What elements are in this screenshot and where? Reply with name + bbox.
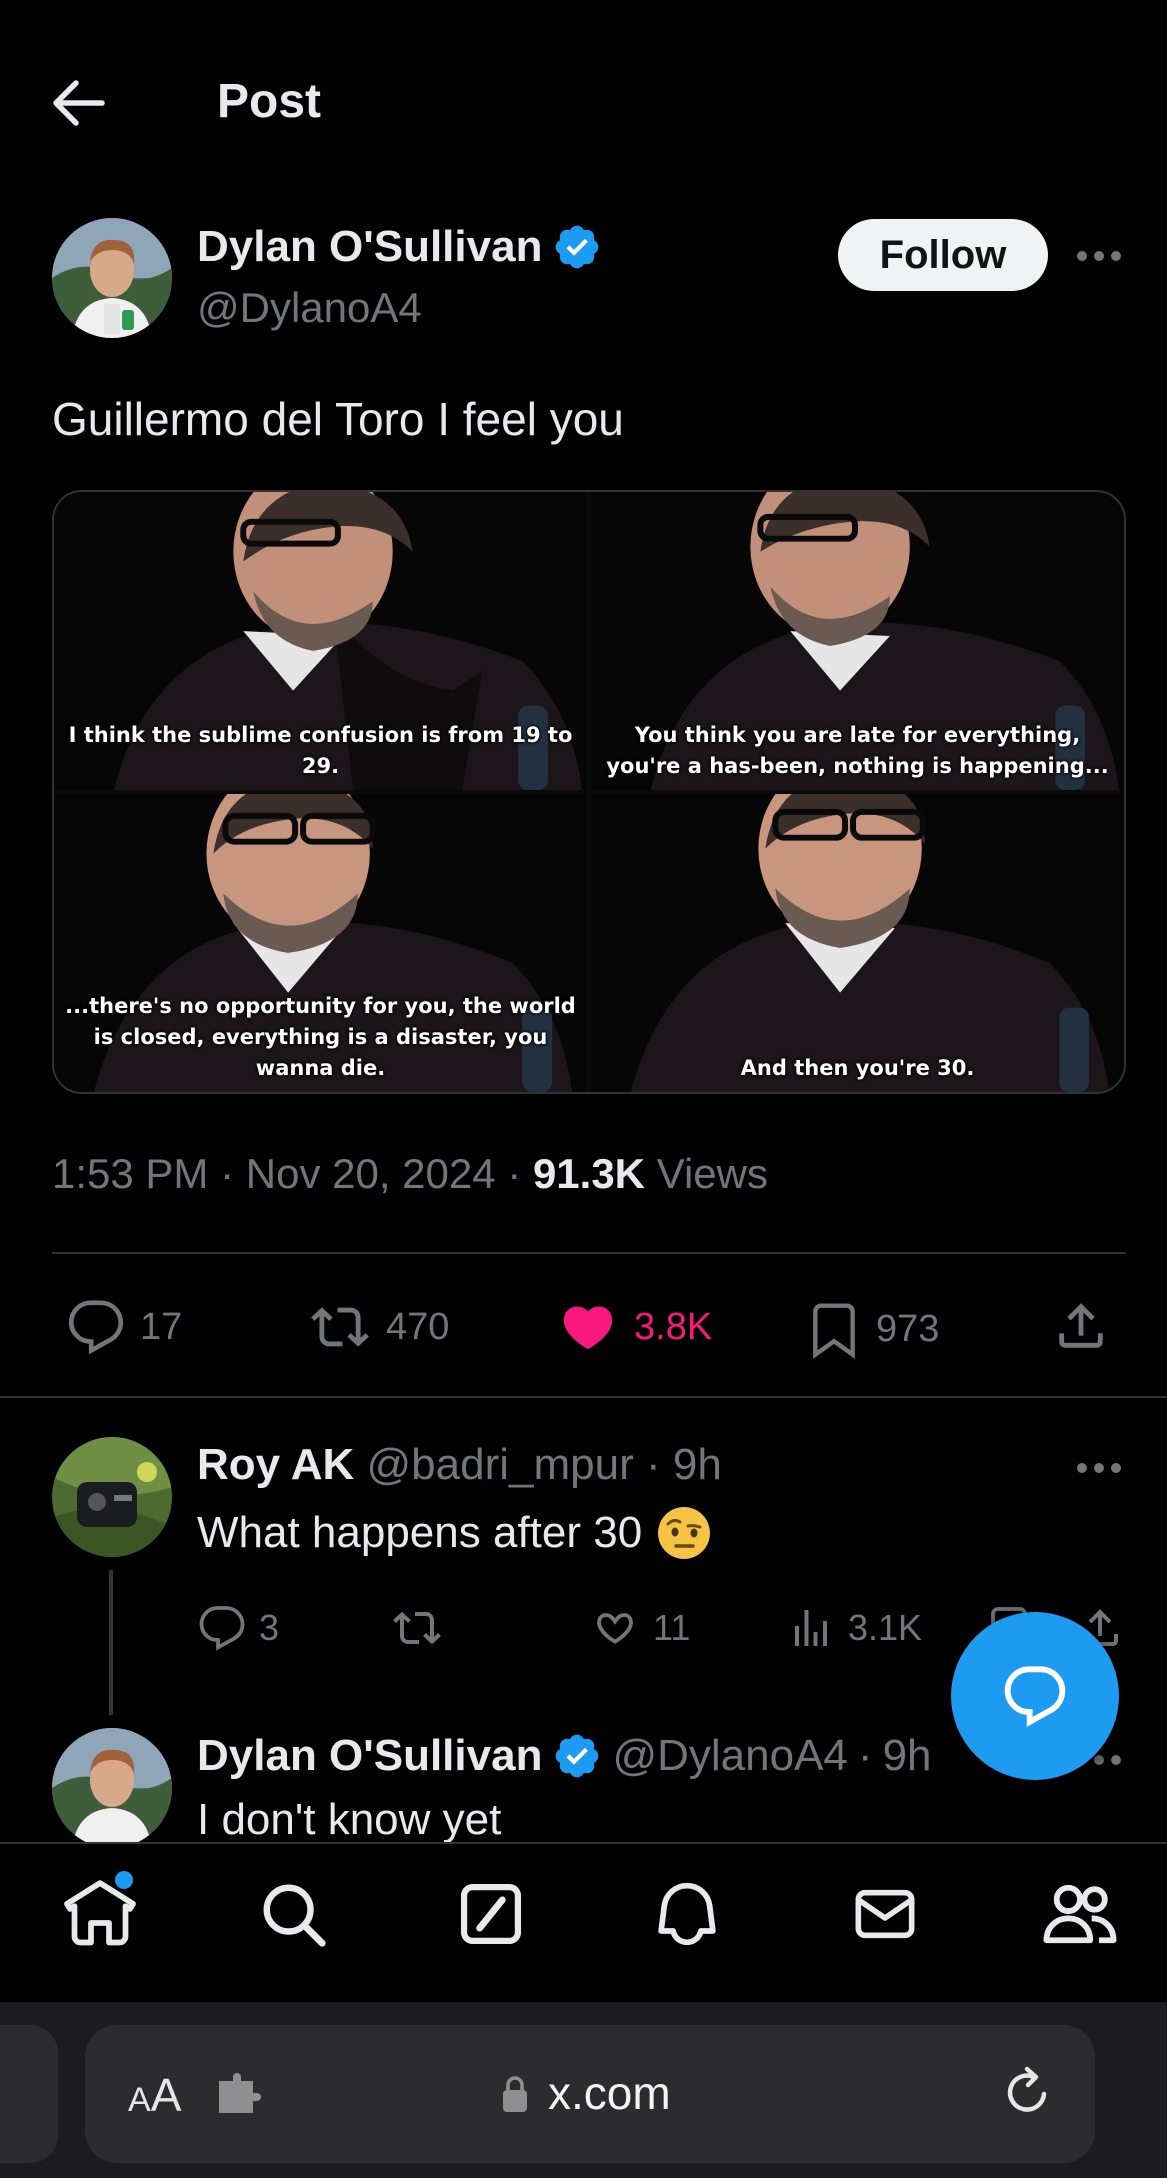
like-count: 3.8K xyxy=(634,1305,713,1348)
author-avatar[interactable] xyxy=(52,218,172,338)
home-badge xyxy=(113,1869,135,1891)
nav-communities[interactable] xyxy=(1040,1874,1120,1954)
reply-text-row: What happens after 30 xyxy=(197,1505,712,1561)
reply-avatar[interactable] xyxy=(52,1437,172,1557)
share-button[interactable] xyxy=(1052,1296,1110,1356)
reply-like-count: 11 xyxy=(653,1607,691,1648)
reply-reply-button[interactable]: 3 xyxy=(197,1604,279,1652)
post-meta: 1:53 PM · Nov 20, 2024 · 91.3K Views xyxy=(52,1150,768,1197)
repost-count: 470 xyxy=(386,1305,450,1348)
views-chart-icon xyxy=(795,1610,827,1646)
reply-plus-icon xyxy=(1004,1666,1066,1727)
previous-tab[interactable] xyxy=(0,2025,58,2163)
like-button[interactable]: 3.8K xyxy=(556,1298,712,1356)
url-text[interactable]: x.com xyxy=(548,2066,671,2120)
reply-author-handle[interactable]: @badri_mpur xyxy=(367,1440,634,1489)
reply-reply-count: 3 xyxy=(259,1607,280,1648)
lock-icon xyxy=(503,2076,527,2112)
page-title: Post xyxy=(217,75,322,128)
grok-icon xyxy=(460,1883,522,1945)
reply2-author-handle[interactable]: @DylanoA4 xyxy=(612,1731,847,1781)
reply-icon xyxy=(199,1606,245,1651)
media-caption: And then you're 30. xyxy=(740,1056,975,1080)
media-caption: I think the sublime confusion is from 19… xyxy=(68,723,573,778)
divider xyxy=(52,1252,1126,1254)
reply-author-name[interactable]: Roy AK xyxy=(197,1440,354,1489)
search-icon xyxy=(263,1884,326,1947)
person-image xyxy=(591,794,1124,1092)
envelope-icon xyxy=(855,1889,915,1939)
reply-icon xyxy=(66,1298,126,1356)
author-name[interactable]: Dylan O'Sullivan xyxy=(197,222,542,272)
nav-grok[interactable] xyxy=(451,1874,531,1954)
views-label: Views xyxy=(656,1150,768,1197)
reply-count: 17 xyxy=(140,1305,183,1348)
reply-button[interactable]: 17 xyxy=(66,1298,182,1356)
reply-views-count: 3.1K xyxy=(848,1607,923,1648)
reply2-time[interactable]: 9h xyxy=(883,1731,932,1781)
reply-time[interactable]: 9h xyxy=(673,1440,722,1489)
more-options-button[interactable] xyxy=(1074,236,1124,276)
top-bar: Post xyxy=(0,0,1167,200)
bookmark-count: 973 xyxy=(876,1307,940,1350)
heart-icon xyxy=(597,1613,633,1644)
media-panel: And then you're 30. xyxy=(591,794,1124,1092)
reply2-avatar[interactable] xyxy=(52,1728,172,1848)
share-icon xyxy=(1052,1296,1110,1356)
extension-icon[interactable] xyxy=(213,2073,265,2117)
reply2-author-name[interactable]: Dylan O'Sullivan xyxy=(197,1731,542,1781)
verified-badge-icon xyxy=(556,225,599,269)
reply-header: Roy AK @badri_mpur · 9h xyxy=(197,1440,722,1489)
nav-search[interactable] xyxy=(253,1874,333,1954)
author-handle[interactable]: @DylanoA4 xyxy=(197,284,422,332)
bell-icon xyxy=(658,1882,716,1946)
reply2-text: I don't know yet xyxy=(197,1795,502,1844)
media-caption: ...there's no opportunity for you, the w… xyxy=(65,994,576,1080)
post-time[interactable]: 1:53 PM xyxy=(52,1150,208,1197)
thread-line xyxy=(109,1570,113,1715)
reply-more-button[interactable] xyxy=(1074,1448,1124,1488)
author-name-row[interactable]: Dylan O'Sullivan xyxy=(197,222,602,272)
text-size-button[interactable]: AA xyxy=(128,2068,181,2122)
communities-icon xyxy=(1043,1884,1117,1944)
divider xyxy=(0,1396,1167,1398)
media-panel: I think the sublime confusion is from 19… xyxy=(54,492,587,790)
nav-notifications[interactable] xyxy=(647,1874,727,1954)
back-button[interactable] xyxy=(50,78,106,128)
compose-reply-button[interactable] xyxy=(951,1612,1119,1780)
nav-messages[interactable] xyxy=(845,1874,925,1954)
reply-repost-button[interactable] xyxy=(390,1604,444,1652)
face-with-raised-eyebrow-icon xyxy=(658,1507,711,1559)
heart-filled-icon xyxy=(556,1298,620,1356)
reply-text: What happens after 30 xyxy=(197,1508,643,1557)
post-date[interactable]: Nov 20, 2024 xyxy=(246,1150,496,1197)
repost-icon xyxy=(308,1298,372,1356)
bookmark-button[interactable]: 973 xyxy=(806,1298,939,1360)
arrow-left-icon xyxy=(53,80,105,126)
media-panel: You think you are late for everything, y… xyxy=(591,492,1124,790)
views-count: 91.3K xyxy=(532,1150,646,1197)
media-caption: You think you are late for everything, y… xyxy=(606,723,1109,778)
repost-button[interactable]: 470 xyxy=(308,1298,449,1356)
verified-badge-icon xyxy=(556,1734,599,1778)
repost-icon xyxy=(393,1611,441,1645)
post-text: Guillermo del Toro I feel you xyxy=(52,393,624,445)
reply2-header: Dylan O'Sullivan @DylanoA4 · 9h xyxy=(197,1731,932,1781)
reply-like-button[interactable]: 11 xyxy=(589,1604,690,1652)
media-panel: ...there's no opportunity for you, the w… xyxy=(54,794,587,1092)
more-horizontal-icon xyxy=(1077,1463,1121,1473)
bottom-nav xyxy=(0,1842,1167,2002)
bookmark-icon xyxy=(806,1298,862,1360)
reply-views-button[interactable]: 3.1K xyxy=(786,1604,922,1652)
reload-icon[interactable] xyxy=(1000,2064,1056,2122)
follow-button[interactable]: Follow xyxy=(838,219,1048,291)
more-horizontal-icon xyxy=(1077,251,1121,261)
post-media[interactable]: I think the sublime confusion is from 19… xyxy=(52,490,1126,1094)
